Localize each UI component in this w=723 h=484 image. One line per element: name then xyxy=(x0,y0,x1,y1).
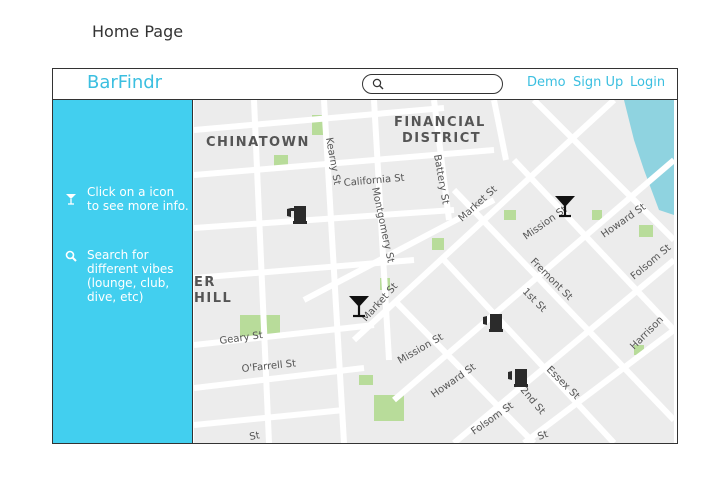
sidebar-tip-search: Search for different vibes (lounge, club… xyxy=(87,248,174,304)
map-view[interactable]: CHINATOWN FINANCIAL DISTRICT ER HILL Kea… xyxy=(194,100,674,443)
cocktail-glass-icon xyxy=(66,194,76,205)
district-label: DISTRICT xyxy=(402,131,481,146)
top-bar: BarFindr Demo Sign Up Login xyxy=(53,69,677,100)
nav-sign-up-link[interactable]: Sign Up xyxy=(573,75,623,90)
nav-demo-link[interactable]: Demo xyxy=(527,75,566,90)
district-label: HILL xyxy=(194,291,232,306)
park-area xyxy=(592,210,602,220)
park-area xyxy=(359,375,373,385)
page-caption: Home Page xyxy=(92,22,184,41)
app-frame: BarFindr Demo Sign Up Login Click on a i… xyxy=(52,68,678,444)
sidebar: Click on a icon to see more info. Search… xyxy=(53,100,193,443)
search-input[interactable] xyxy=(362,74,503,94)
brand-logo[interactable]: BarFindr xyxy=(87,72,162,93)
park-area xyxy=(432,238,444,250)
sidebar-tip-info: Click on a icon to see more info. xyxy=(87,185,189,213)
district-label: CHINATOWN xyxy=(206,135,310,150)
park-area xyxy=(639,225,653,237)
street-label: St xyxy=(249,430,261,443)
search-icon xyxy=(65,250,77,262)
park-area xyxy=(504,210,516,220)
district-label: ER xyxy=(194,275,216,290)
nav-login-link[interactable]: Login xyxy=(630,75,665,90)
search-icon xyxy=(372,78,384,90)
district-label: FINANCIAL xyxy=(394,115,486,130)
